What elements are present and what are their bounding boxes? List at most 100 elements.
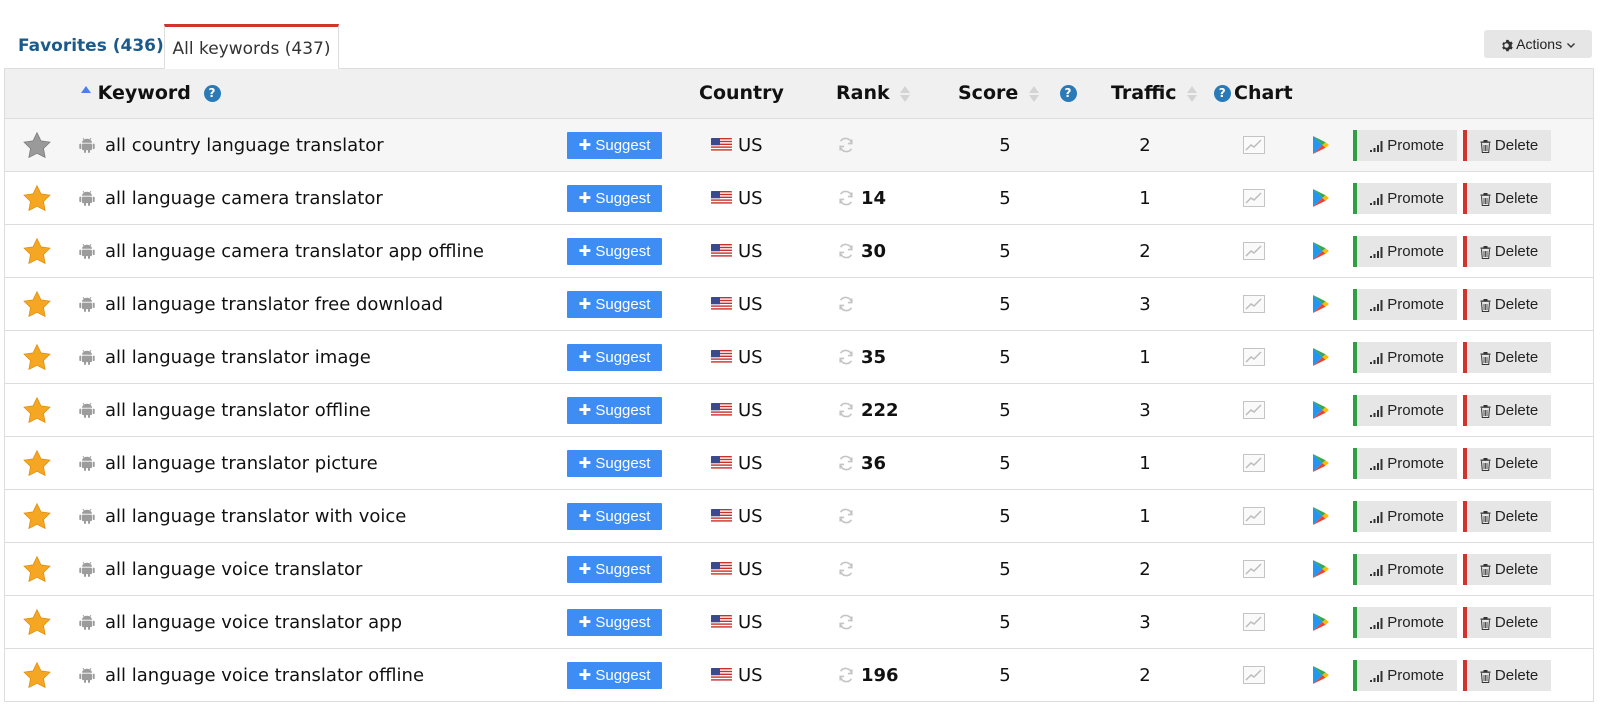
suggest-button[interactable]: ✚ Suggest: [567, 609, 662, 636]
promote-button[interactable]: Promote: [1353, 607, 1457, 638]
suggest-button[interactable]: ✚ Suggest: [567, 397, 662, 424]
keyword-text: all language voice translator offline: [105, 664, 425, 686]
chart-button[interactable]: [1241, 649, 1267, 701]
refresh-icon[interactable]: [837, 454, 855, 472]
delete-button[interactable]: Delete: [1463, 660, 1551, 691]
suggest-button[interactable]: ✚ Suggest: [567, 291, 662, 318]
delete-button[interactable]: Delete: [1463, 236, 1551, 267]
refresh-icon[interactable]: [837, 666, 855, 684]
traffic-value: 1: [1139, 346, 1151, 368]
google-play-link[interactable]: [1310, 543, 1332, 595]
promote-button[interactable]: Promote: [1353, 342, 1457, 373]
promote-button[interactable]: Promote: [1353, 448, 1457, 479]
actions-dropdown-button[interactable]: Actions: [1484, 30, 1592, 58]
favorite-toggle[interactable]: [19, 490, 55, 542]
suggest-label: Suggest: [595, 614, 651, 631]
favorite-toggle[interactable]: [19, 331, 55, 383]
delete-button[interactable]: Delete: [1463, 395, 1551, 426]
refresh-icon[interactable]: [837, 507, 855, 525]
favorite-toggle[interactable]: [19, 596, 55, 648]
chart-button[interactable]: [1241, 278, 1267, 330]
promote-button[interactable]: Promote: [1353, 289, 1457, 320]
suggest-label: Suggest: [595, 561, 651, 578]
suggest-button[interactable]: ✚ Suggest: [567, 344, 662, 371]
chart-button[interactable]: [1241, 437, 1267, 489]
column-traffic[interactable]: Traffic ?: [1111, 69, 1231, 118]
google-play-link[interactable]: [1310, 331, 1332, 383]
favorite-toggle[interactable]: [19, 278, 55, 330]
google-play-link[interactable]: [1310, 490, 1332, 542]
delete-button[interactable]: Delete: [1463, 607, 1551, 638]
google-play-link[interactable]: [1310, 119, 1332, 171]
tab-favorites[interactable]: Favorites (436): [18, 24, 164, 69]
google-play-link[interactable]: [1310, 278, 1332, 330]
promote-button[interactable]: Promote: [1353, 236, 1457, 267]
suggest-button[interactable]: ✚ Suggest: [567, 556, 662, 583]
google-play-link[interactable]: [1310, 172, 1332, 224]
promote-button[interactable]: Promote: [1353, 501, 1457, 532]
chart-button[interactable]: [1241, 225, 1267, 277]
google-play-link[interactable]: [1310, 225, 1332, 277]
favorite-toggle[interactable]: [19, 172, 55, 224]
refresh-icon[interactable]: [837, 136, 855, 154]
chart-button[interactable]: [1241, 543, 1267, 595]
google-play-icon: [1313, 560, 1329, 578]
score-help-icon[interactable]: ?: [1059, 85, 1077, 102]
us-flag-icon: [711, 668, 732, 682]
delete-button[interactable]: Delete: [1463, 183, 1551, 214]
favorite-toggle[interactable]: [19, 649, 55, 701]
refresh-icon[interactable]: [837, 295, 855, 313]
rank-value: 14: [861, 187, 887, 209]
delete-button[interactable]: Delete: [1463, 130, 1551, 161]
chart-button[interactable]: [1241, 490, 1267, 542]
refresh-icon[interactable]: [837, 560, 855, 578]
favorite-toggle[interactable]: [19, 225, 55, 277]
promote-label: Promote: [1387, 508, 1444, 525]
delete-button[interactable]: Delete: [1463, 342, 1551, 373]
promote-button[interactable]: Promote: [1353, 183, 1457, 214]
favorite-toggle[interactable]: [19, 437, 55, 489]
chart-button[interactable]: [1241, 172, 1267, 224]
promote-button[interactable]: Promote: [1353, 130, 1457, 161]
delete-button[interactable]: Delete: [1463, 448, 1551, 479]
refresh-icon[interactable]: [837, 401, 855, 419]
refresh-icon[interactable]: [837, 348, 855, 366]
delete-button[interactable]: Delete: [1463, 501, 1551, 532]
traffic-help-icon[interactable]: ?: [1213, 85, 1231, 102]
promote-button[interactable]: Promote: [1353, 660, 1457, 691]
refresh-icon[interactable]: [837, 242, 855, 260]
favorite-toggle[interactable]: [19, 543, 55, 595]
google-play-link[interactable]: [1310, 596, 1332, 648]
tab-all-keywords[interactable]: All keywords (437): [164, 24, 339, 69]
column-rank[interactable]: Rank: [836, 69, 911, 118]
suggest-button[interactable]: ✚ Suggest: [567, 450, 662, 477]
rank-cell: [837, 490, 861, 542]
chart-button[interactable]: [1241, 119, 1267, 171]
signal-bars-icon: [1370, 564, 1383, 576]
favorite-toggle[interactable]: [19, 384, 55, 436]
google-play-link[interactable]: [1310, 649, 1332, 701]
delete-button[interactable]: Delete: [1463, 289, 1551, 320]
delete-button[interactable]: Delete: [1463, 554, 1551, 585]
suggest-button[interactable]: ✚ Suggest: [567, 662, 662, 689]
chart-button[interactable]: [1241, 331, 1267, 383]
google-play-link[interactable]: [1310, 384, 1332, 436]
keyword-help-icon[interactable]: ?: [203, 85, 221, 102]
column-keyword[interactable]: Keyword ?: [77, 69, 221, 118]
promote-button[interactable]: Promote: [1353, 395, 1457, 426]
suggest-button[interactable]: ✚ Suggest: [567, 503, 662, 530]
suggest-button[interactable]: ✚ Suggest: [567, 132, 662, 159]
refresh-icon[interactable]: [837, 189, 855, 207]
google-play-icon: [1313, 295, 1329, 313]
suggest-button[interactable]: ✚ Suggest: [567, 185, 662, 212]
android-platform: [75, 331, 99, 383]
trash-icon: [1480, 298, 1491, 312]
column-score[interactable]: Score ?: [958, 69, 1077, 118]
suggest-button[interactable]: ✚ Suggest: [567, 238, 662, 265]
google-play-link[interactable]: [1310, 437, 1332, 489]
refresh-icon[interactable]: [837, 613, 855, 631]
promote-button[interactable]: Promote: [1353, 554, 1457, 585]
favorite-toggle[interactable]: [19, 119, 55, 171]
chart-button[interactable]: [1241, 384, 1267, 436]
chart-button[interactable]: [1241, 596, 1267, 648]
